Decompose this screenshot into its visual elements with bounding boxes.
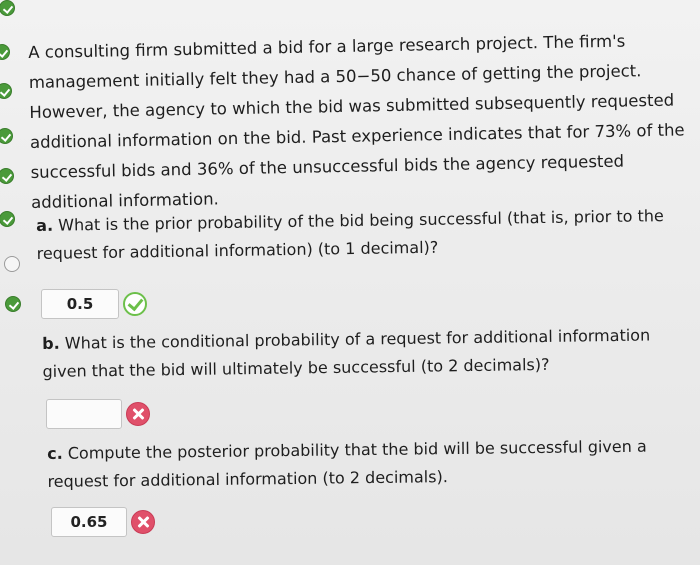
- progress-dot-complete-icon[interactable]: [0, 168, 14, 184]
- part-c-label: c.: [47, 443, 63, 463]
- part-a-answer-row: 0.5: [41, 289, 147, 319]
- part-c-text: Compute the posterior probability that t…: [67, 436, 647, 463]
- part-a-answer-input[interactable]: 0.5: [41, 289, 119, 319]
- progress-dot-empty-icon[interactable]: [4, 256, 20, 272]
- part-a-text: What is the prior probability of the bid…: [58, 206, 664, 235]
- part-a-label: a.: [36, 215, 54, 235]
- progress-dot-complete-icon[interactable]: [0, 83, 12, 99]
- part-b-answer-row: [46, 399, 150, 429]
- part-b-answer-input[interactable]: [46, 399, 122, 429]
- homework-page: A consulting firm submitted a bid for a …: [0, 0, 700, 565]
- part-c-answer-row: 0.65: [51, 507, 155, 537]
- question-stem: A consulting firm submitted a bid for a …: [28, 25, 693, 218]
- progress-dot-complete-icon[interactable]: [0, 128, 13, 144]
- progress-gutter: [0, 0, 26, 565]
- part-b-label: b.: [42, 333, 60, 353]
- part-b-text: What is the conditional probability of a…: [64, 325, 651, 353]
- part-a-prompt: a. What is the prior probability of the …: [36, 202, 687, 268]
- part-c-prompt: c. Compute the posterior probability tha…: [47, 432, 688, 496]
- part-c-answer-input[interactable]: 0.65: [51, 507, 127, 537]
- x-circle-icon: [131, 510, 155, 534]
- progress-dot-complete-icon[interactable]: [5, 296, 21, 312]
- x-circle-icon: [126, 402, 150, 426]
- progress-dot-complete-icon[interactable]: [0, 0, 15, 16]
- part-b-prompt: b. What is the conditional probability o…: [42, 321, 683, 386]
- progress-dot-complete-icon[interactable]: [0, 211, 15, 227]
- progress-dot-complete-icon[interactable]: [0, 44, 10, 60]
- check-circle-icon: [123, 292, 147, 316]
